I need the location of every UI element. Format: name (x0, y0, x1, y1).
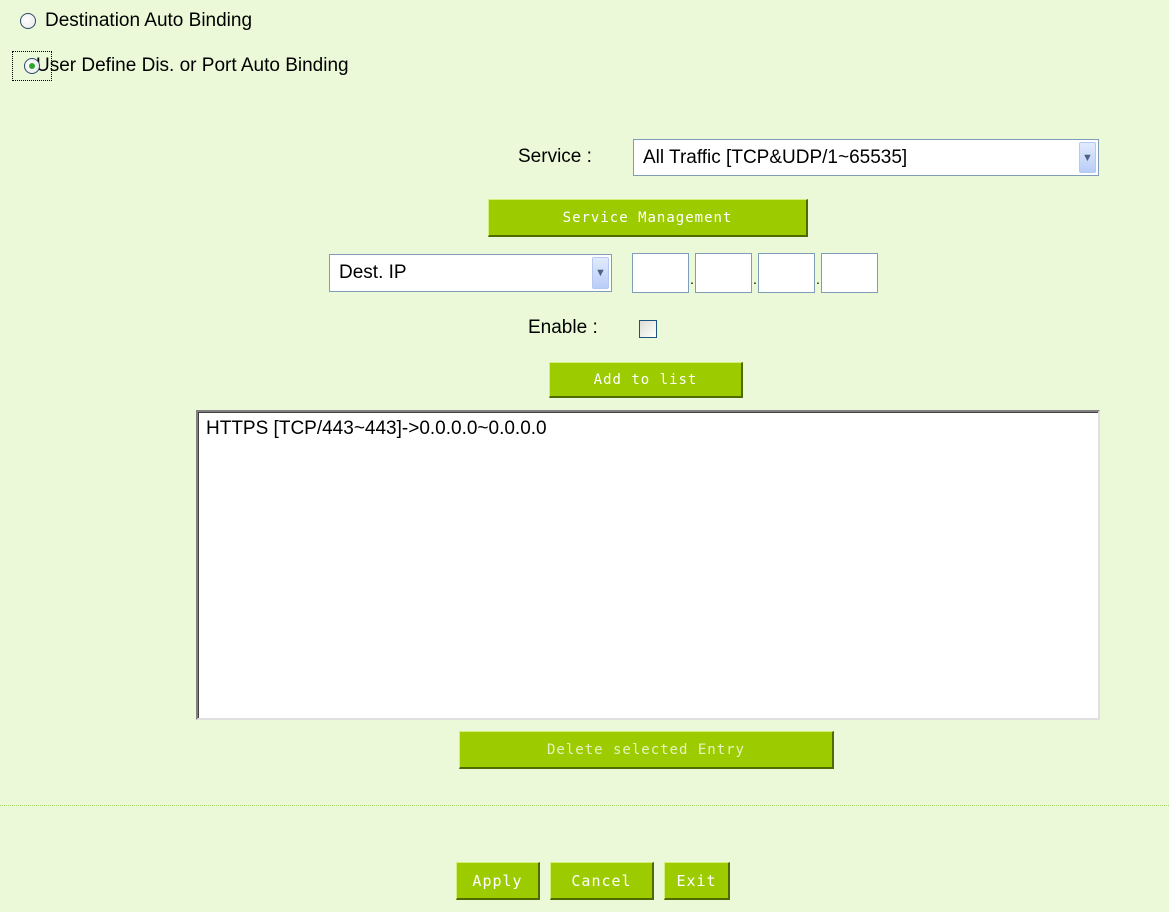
ip-octet-4[interactable] (821, 253, 878, 293)
service-management-button[interactable]: Service Management (488, 199, 808, 237)
service-select-value: All Traffic [TCP&UDP/1~65535] (643, 146, 908, 168)
radio-label: User Define Dis. or Port Auto Binding (36, 55, 349, 76)
ip-octet-3[interactable] (758, 253, 815, 293)
radio-destination-auto-binding[interactable]: Destination Auto Binding (20, 10, 252, 32)
list-item[interactable]: HTTPS [TCP/443~443]->0.0.0.0~0.0.0.0 (206, 418, 1090, 440)
divider (0, 805, 1169, 806)
entry-list[interactable]: HTTPS [TCP/443~443]->0.0.0.0~0.0.0.0 (196, 410, 1100, 720)
apply-button[interactable]: Apply (456, 862, 540, 900)
binding-settings-panel: Destination Auto Binding User Define Dis… (0, 0, 1169, 912)
radio-user-define-binding[interactable]: User Define Dis. or Port Auto Binding (12, 51, 349, 81)
ip-octet-1[interactable] (632, 253, 689, 293)
cancel-button[interactable]: Cancel (550, 862, 654, 900)
service-label: Service : (518, 146, 592, 167)
radio-button[interactable] (20, 13, 36, 29)
exit-button[interactable]: Exit (664, 862, 730, 900)
dest-type-select-value: Dest. IP (339, 262, 407, 283)
radio-label: Destination Auto Binding (45, 10, 253, 31)
delete-selected-entry-button[interactable]: Delete selected Entry (459, 731, 834, 769)
ip-octet-2[interactable] (695, 253, 752, 293)
service-select[interactable]: All Traffic [TCP&UDP/1~65535] ▼ (633, 139, 1099, 176)
radio-button-checked[interactable] (24, 58, 40, 74)
chevron-down-icon[interactable]: ▼ (592, 257, 609, 289)
dest-type-select[interactable]: Dest. IP ▼ (329, 254, 612, 292)
add-to-list-button[interactable]: Add to list (549, 362, 743, 398)
dest-ip-group: . . . (632, 253, 878, 293)
enable-label: Enable : (528, 317, 598, 338)
enable-checkbox[interactable] (639, 320, 657, 338)
chevron-down-icon[interactable]: ▼ (1079, 142, 1096, 173)
